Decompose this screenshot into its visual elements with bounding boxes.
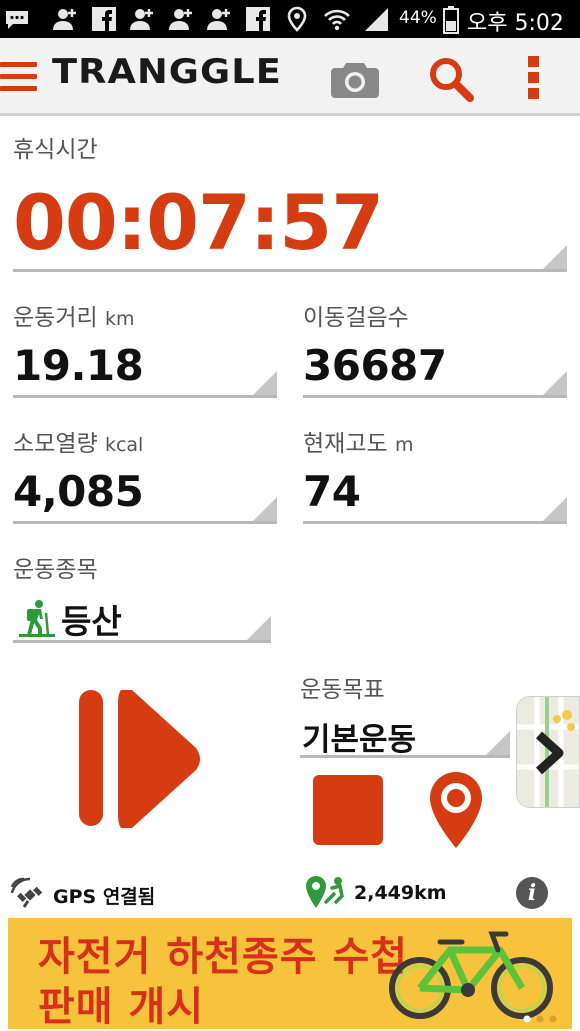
goal-label: 운동목표 bbox=[300, 677, 385, 703]
gps-status: GPS 연결됨 bbox=[53, 886, 156, 908]
calories-label-text: 소모열량 bbox=[13, 431, 98, 457]
facebook-icon bbox=[91, 6, 117, 32]
steps-value: 36687 bbox=[303, 341, 447, 390]
distance-label-text: 운동거리 bbox=[13, 305, 98, 331]
route-distance-icon bbox=[304, 874, 348, 912]
carousel-dots-icon bbox=[523, 1015, 557, 1023]
calories-field[interactable]: 4,085 bbox=[13, 464, 277, 524]
altitude-field[interactable]: 74 bbox=[303, 464, 567, 524]
distance-field[interactable]: 19.18 bbox=[13, 338, 277, 398]
steps-field[interactable]: 36687 bbox=[303, 338, 567, 398]
more-vert-icon[interactable] bbox=[528, 56, 540, 100]
location-icon bbox=[284, 6, 310, 32]
map-preview-icon bbox=[517, 697, 579, 807]
app-bar: TRANGGLE bbox=[0, 38, 580, 116]
ad-banner[interactable]: 자전거 하천종주 수첩 판매 개시 bbox=[8, 918, 572, 1029]
add-friend-icon bbox=[52, 6, 78, 32]
dropdown-corner-icon bbox=[253, 497, 277, 521]
calories-value: 4,085 bbox=[13, 467, 144, 516]
satellite-icon bbox=[10, 877, 46, 909]
rest-time-value: 00:07:57 bbox=[13, 178, 384, 267]
dropdown-corner-icon bbox=[543, 497, 567, 521]
steps-label: 이동걸음수 bbox=[303, 305, 409, 331]
bicycle-icon bbox=[389, 931, 553, 1019]
facebook-icon bbox=[245, 6, 271, 32]
activity-type-label: 운동종목 bbox=[13, 557, 98, 583]
goal-select[interactable]: 기본운동 bbox=[300, 712, 510, 758]
pause-bar-icon bbox=[79, 690, 103, 826]
status-time: 오후 5:02 bbox=[467, 11, 564, 36]
dropdown-corner-icon bbox=[253, 371, 277, 395]
add-friend-icon bbox=[206, 6, 232, 32]
dropdown-corner-icon bbox=[247, 616, 271, 640]
play-icon bbox=[118, 690, 200, 828]
app-logo: TRANGGLE bbox=[52, 52, 282, 92]
battery-icon bbox=[438, 6, 464, 34]
activity-type-select[interactable]: 등산 bbox=[13, 593, 271, 643]
rest-time-label: 휴식시간 bbox=[13, 137, 98, 163]
altitude-label: 현재고도 m bbox=[303, 424, 413, 458]
stop-button[interactable] bbox=[313, 775, 383, 845]
altitude-unit: m bbox=[394, 434, 414, 456]
menu-icon[interactable] bbox=[0, 62, 38, 92]
rest-time-field[interactable]: 00:07:57 bbox=[13, 170, 567, 272]
calories-label: 소모열량 kcal bbox=[13, 424, 143, 458]
camera-icon[interactable] bbox=[330, 59, 380, 99]
signal-icon bbox=[363, 6, 389, 32]
chat-notification-icon bbox=[4, 6, 30, 32]
search-icon[interactable] bbox=[428, 56, 474, 102]
add-friend-icon bbox=[129, 6, 155, 32]
banner-line-2: 판매 개시 bbox=[38, 984, 205, 1029]
total-distance: 2,449km bbox=[354, 882, 447, 904]
add-friend-icon bbox=[168, 6, 194, 32]
activity-type-value: 등산 bbox=[61, 602, 122, 641]
location-pin-icon bbox=[430, 772, 482, 848]
battery-percent: 44% bbox=[399, 8, 437, 28]
map-thumbnail[interactable] bbox=[516, 696, 580, 808]
location-pin-button[interactable] bbox=[428, 770, 484, 850]
goal-value: 기본운동 bbox=[302, 722, 417, 758]
altitude-value: 74 bbox=[303, 467, 361, 516]
distance-label: 운동거리 km bbox=[13, 298, 134, 332]
status-bar: 44% 오후 5:02 bbox=[0, 0, 580, 38]
dropdown-corner-icon bbox=[543, 371, 567, 395]
dropdown-corner-icon bbox=[486, 731, 510, 755]
dropdown-corner-icon bbox=[543, 245, 567, 269]
info-icon[interactable]: i bbox=[516, 877, 548, 909]
calories-unit: kcal bbox=[104, 434, 144, 456]
altitude-label-text: 현재고도 bbox=[303, 431, 388, 457]
distance-unit: km bbox=[104, 308, 135, 330]
wifi-icon bbox=[323, 6, 350, 32]
distance-value: 19.18 bbox=[13, 341, 144, 390]
hiking-icon bbox=[19, 599, 55, 637]
